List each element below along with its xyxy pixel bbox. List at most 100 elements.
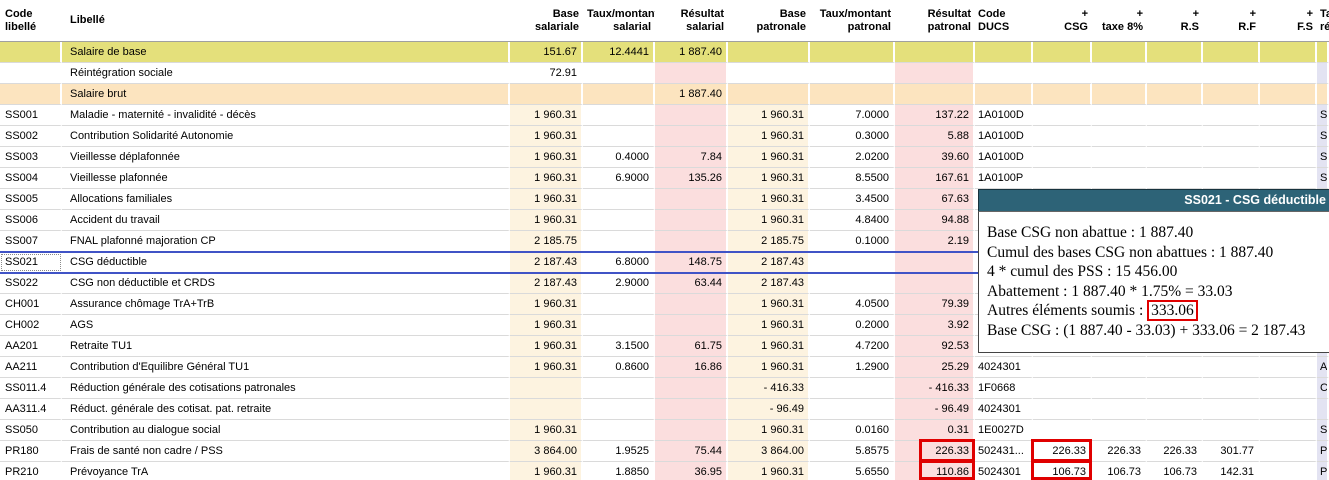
cell-taxe8[interactable] xyxy=(1092,105,1147,126)
cell-code[interactable]: SS002 xyxy=(0,126,62,147)
cell-taux_pat[interactable]: 1.2900 xyxy=(810,357,895,378)
cell-rf[interactable] xyxy=(1203,63,1260,84)
cell-code[interactable]: SS022 xyxy=(0,273,62,294)
cell-taux_pat[interactable]: 8.5500 xyxy=(810,168,895,189)
cell-res_pat[interactable]: 39.60 xyxy=(895,147,975,168)
cell-fs[interactable] xyxy=(1260,42,1317,63)
cell-base_pat[interactable]: 1 960.31 xyxy=(728,147,810,168)
cell-base_sal[interactable]: 1 960.31 xyxy=(510,126,583,147)
table-row-SS011.4[interactable]: SS011.4Réduction générale des cotisation… xyxy=(0,378,1329,399)
cell-csg[interactable] xyxy=(1033,147,1092,168)
cell-libelle[interactable]: CSG non déductible et CRDS xyxy=(62,273,510,294)
cell-base_sal[interactable]: 1 960.31 xyxy=(510,420,583,441)
cell-csg[interactable] xyxy=(1033,42,1092,63)
cell-res_pat[interactable]: 110.86 xyxy=(895,462,975,480)
cell-taux_pat[interactable]: 0.0160 xyxy=(810,420,895,441)
cell-res_pat[interactable]: 226.33 xyxy=(895,441,975,462)
cell-base_pat[interactable]: 1 960.31 xyxy=(728,126,810,147)
table-row-SS050[interactable]: SS050Contribution au dialogue social1 96… xyxy=(0,420,1329,441)
cell-ducs[interactable] xyxy=(975,84,1033,105)
cell-base_sal[interactable]: 2 187.43 xyxy=(510,252,583,273)
cell-code[interactable]: SS005 xyxy=(0,189,62,210)
cell-base_pat[interactable]: - 416.33 xyxy=(728,378,810,399)
cell-res_pat[interactable]: 137.22 xyxy=(895,105,975,126)
cell-ducs[interactable]: 4024301 xyxy=(975,357,1033,378)
cell-ta[interactable]: SS xyxy=(1317,420,1329,441)
cell-libelle[interactable]: Accident du travail xyxy=(62,210,510,231)
cell-libelle[interactable]: Salaire de base xyxy=(62,42,510,63)
cell-base_pat[interactable]: 1 960.31 xyxy=(728,189,810,210)
cell-ducs[interactable] xyxy=(975,42,1033,63)
cell-code[interactable]: PR180 xyxy=(0,441,62,462)
cell-libelle[interactable]: Maladie - maternité - invalidité - décès xyxy=(62,105,510,126)
cell-code[interactable]: AA211 xyxy=(0,357,62,378)
cell-base_pat[interactable]: 1 960.31 xyxy=(728,462,810,480)
cell-rs[interactable] xyxy=(1147,420,1203,441)
cell-taux_pat[interactable]: 3.4500 xyxy=(810,189,895,210)
cell-taux_sal[interactable]: 1.8850 xyxy=(583,462,655,480)
cell-base_sal[interactable]: 1 960.31 xyxy=(510,210,583,231)
cell-taux_sal[interactable] xyxy=(583,210,655,231)
cell-code[interactable] xyxy=(0,84,62,105)
cell-rs[interactable] xyxy=(1147,168,1203,189)
cell-code[interactable]: SS006 xyxy=(0,210,62,231)
cell-base_sal[interactable] xyxy=(510,378,583,399)
cell-taxe8[interactable] xyxy=(1092,42,1147,63)
cell-code[interactable]: SS011.4 xyxy=(0,378,62,399)
cell-res_pat[interactable]: 5.88 xyxy=(895,126,975,147)
cell-base_pat[interactable]: - 96.49 xyxy=(728,399,810,420)
table-row-SS002[interactable]: SS002Contribution Solidarité Autonomie1 … xyxy=(0,126,1329,147)
cell-base_sal[interactable]: 3 864.00 xyxy=(510,441,583,462)
cell-csg[interactable]: 226.33 xyxy=(1033,441,1092,462)
cell-csg[interactable] xyxy=(1033,399,1092,420)
cell-code[interactable]: SS050 xyxy=(0,420,62,441)
cell-base_pat[interactable]: 2 187.43 xyxy=(728,252,810,273)
cell-taux_pat[interactable] xyxy=(810,399,895,420)
cell-libelle[interactable]: Retraite TU1 xyxy=(62,336,510,357)
cell-fs[interactable] xyxy=(1260,126,1317,147)
cell-base_sal[interactable]: 1 960.31 xyxy=(510,462,583,480)
cell-res_sal[interactable]: 135.26 xyxy=(655,168,728,189)
cell-taxe8[interactable] xyxy=(1092,399,1147,420)
cell-libelle[interactable]: CSG déductible xyxy=(62,252,510,273)
cell-base_pat[interactable] xyxy=(728,63,810,84)
cell-base_sal[interactable]: 1 960.31 xyxy=(510,147,583,168)
cell-code[interactable]: SS007 xyxy=(0,231,62,252)
cell-base_sal[interactable]: 1 960.31 xyxy=(510,336,583,357)
cell-code[interactable]: AA201 xyxy=(0,336,62,357)
cell-libelle[interactable]: Salaire brut xyxy=(62,84,510,105)
cell-taux_pat[interactable] xyxy=(810,42,895,63)
cell-res_sal[interactable]: 7.84 xyxy=(655,147,728,168)
cell-csg[interactable] xyxy=(1033,357,1092,378)
cell-res_pat[interactable]: 94.88 xyxy=(895,210,975,231)
cell-taux_sal[interactable]: 3.1500 xyxy=(583,336,655,357)
cell-base_sal[interactable]: 1 960.31 xyxy=(510,294,583,315)
cell-taux_pat[interactable]: 0.3000 xyxy=(810,126,895,147)
cell-rs[interactable] xyxy=(1147,147,1203,168)
cell-base_pat[interactable]: 1 960.31 xyxy=(728,105,810,126)
cell-taux_pat[interactable]: 7.0000 xyxy=(810,105,895,126)
cell-rf[interactable] xyxy=(1203,42,1260,63)
cell-res_sal[interactable] xyxy=(655,420,728,441)
cell-base_sal[interactable]: 151.67 xyxy=(510,42,583,63)
cell-csg[interactable] xyxy=(1033,378,1092,399)
cell-base_sal[interactable]: 2 185.75 xyxy=(510,231,583,252)
cell-taux_pat[interactable] xyxy=(810,84,895,105)
cell-base_pat[interactable]: 1 960.31 xyxy=(728,357,810,378)
cell-taux_pat[interactable] xyxy=(810,273,895,294)
cell-taux_sal[interactable]: 2.9000 xyxy=(583,273,655,294)
cell-csg[interactable] xyxy=(1033,168,1092,189)
cell-base_sal[interactable] xyxy=(510,84,583,105)
cell-res_sal[interactable] xyxy=(655,189,728,210)
cell-res_pat[interactable]: 79.39 xyxy=(895,294,975,315)
cell-base_pat[interactable]: 1 960.31 xyxy=(728,315,810,336)
cell-rs[interactable] xyxy=(1147,42,1203,63)
cell-base_sal[interactable]: 1 960.31 xyxy=(510,105,583,126)
table-row[interactable]: Salaire brut1 887.40 xyxy=(0,84,1329,105)
cell-taxe8[interactable] xyxy=(1092,63,1147,84)
cell-ta[interactable]: SS xyxy=(1317,126,1329,147)
cell-res_sal[interactable]: 61.75 xyxy=(655,336,728,357)
cell-ta[interactable] xyxy=(1317,399,1329,420)
cell-taux_sal[interactable] xyxy=(583,189,655,210)
cell-taux_sal[interactable] xyxy=(583,84,655,105)
